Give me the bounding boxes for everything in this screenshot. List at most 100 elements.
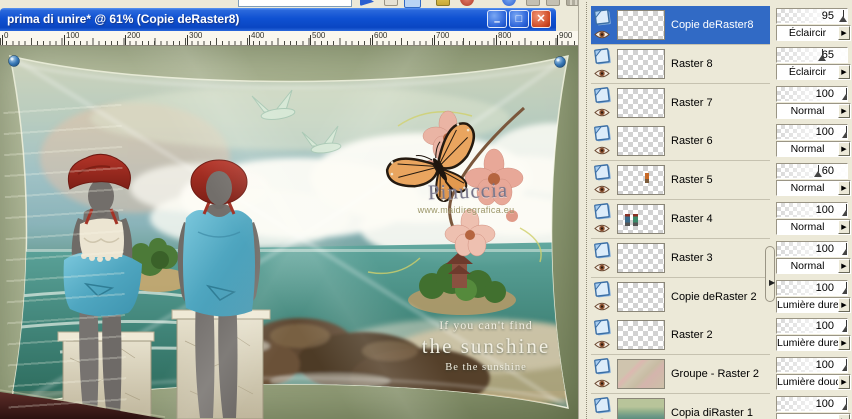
blend-mode-dropdown[interactable]: Éclaircir ▶	[776, 25, 851, 41]
layer-row[interactable]: Raster 6	[591, 122, 770, 161]
layer-thumbnail[interactable]	[617, 126, 665, 156]
opacity-slider-handle[interactable]	[842, 243, 847, 256]
opacity-slider[interactable]: 65	[776, 47, 848, 63]
layer-thumbnail[interactable]	[617, 398, 665, 419]
opacity-slider[interactable]: 60	[776, 163, 848, 179]
close-script-icon[interactable]	[546, 0, 560, 6]
splitter-arrow-icon[interactable]: ▶	[769, 278, 775, 287]
dropdown-arrow-icon[interactable]: ▶	[838, 26, 850, 40]
dropdown-arrow-icon[interactable]: ▶	[838, 142, 850, 156]
opacity-slider-handle[interactable]	[817, 49, 827, 62]
layer-row[interactable]: Copie deRaster8	[591, 6, 770, 45]
opacity-slider[interactable]: 100	[776, 241, 848, 257]
blend-mode-dropdown[interactable]: Lumière dure ▶	[776, 335, 851, 351]
layer-thumbnail[interactable]	[617, 165, 665, 195]
visibility-eye-icon[interactable]	[594, 107, 610, 118]
blend-mode-dropdown[interactable]: Normal ▶	[776, 141, 851, 157]
blend-mode-dropdown[interactable]: Normal ▶	[776, 258, 851, 274]
opacity-slider[interactable]: 100	[776, 280, 848, 296]
layer-thumbnail[interactable]	[617, 320, 665, 350]
opacity-slider[interactable]: 100	[776, 318, 848, 334]
layer-row[interactable]: Copia diRaster 1	[591, 394, 770, 419]
close-button[interactable]: ✕	[531, 10, 551, 28]
layer-thumbnail[interactable]	[617, 49, 665, 79]
opacity-slider-handle[interactable]	[842, 282, 847, 295]
dropdown-arrow-icon[interactable]: ▶	[838, 414, 850, 419]
opacity-slider-handle[interactable]	[814, 165, 823, 178]
layer-page-icon	[593, 124, 612, 143]
layer-row[interactable]: Raster 2	[591, 316, 770, 355]
visibility-eye-icon[interactable]	[594, 68, 610, 79]
opacity-slider[interactable]: 100	[776, 202, 848, 218]
record-icon[interactable]	[460, 0, 474, 6]
blend-mode-dropdown[interactable]: ▶	[776, 413, 851, 419]
opacity-slider-handle[interactable]	[842, 359, 847, 372]
dropdown-arrow-icon[interactable]: ▶	[838, 336, 850, 350]
opacity-slider[interactable]: 100	[776, 357, 848, 373]
opacity-slider-handle[interactable]	[842, 88, 847, 101]
blend-mode-dropdown[interactable]: Éclaircir ▶	[776, 64, 851, 80]
blend-mode-dropdown[interactable]: Normal ▶	[776, 219, 851, 235]
opacity-slider-handle[interactable]	[842, 126, 847, 139]
blend-mode-value: Éclaircir	[788, 27, 827, 39]
layer-row[interactable]: Raster 5	[591, 161, 770, 200]
layer-row[interactable]: Raster 8	[591, 45, 770, 84]
blend-mode-value: Lumière douce	[777, 376, 838, 388]
refresh-icon[interactable]	[502, 0, 516, 6]
document-titlebar[interactable]: prima di unire* @ 61% (Copie deRaster8) …	[0, 8, 556, 31]
dropdown-arrow-icon[interactable]: ▶	[838, 298, 850, 312]
visibility-eye-icon[interactable]	[594, 262, 610, 273]
visibility-eye-icon[interactable]	[594, 184, 610, 195]
layer-name: Raster 5	[671, 174, 713, 186]
blend-mode-dropdown[interactable]: Lumière dure ▶	[776, 297, 851, 313]
dropdown-arrow-icon[interactable]: ▶	[838, 220, 850, 234]
blend-mode-dropdown[interactable]: Normal ▶	[776, 180, 851, 196]
opacity-slider[interactable]: 100	[776, 124, 848, 140]
layer-row[interactable]: Groupe - Raster 2	[591, 355, 770, 394]
dropdown-arrow-icon[interactable]: ▶	[838, 259, 850, 273]
layers-palette-toggle-icon[interactable]	[404, 0, 421, 8]
dropdown-arrow-icon[interactable]: ▶	[838, 104, 850, 118]
blend-mode-value: Normal	[790, 143, 825, 155]
opacity-slider[interactable]: 95	[776, 8, 848, 24]
layer-thumbnail[interactable]	[617, 282, 665, 312]
minimize-button[interactable]: –	[487, 10, 507, 28]
layer-thumbnail[interactable]	[617, 359, 665, 389]
visibility-eye-icon[interactable]	[594, 301, 610, 312]
layer-row[interactable]: Copie deRaster 2	[591, 278, 770, 317]
blend-mode-value: Normal	[790, 105, 825, 117]
ruler-tick-label: 700	[436, 31, 450, 40]
layer-thumbnail[interactable]	[617, 88, 665, 118]
layer-thumbnail[interactable]	[617, 243, 665, 273]
image-canvas[interactable]: Pinuccia www.maidiregrafica.eu If you ca…	[0, 46, 578, 419]
dropdown-arrow-icon[interactable]: ▶	[838, 65, 850, 79]
visibility-eye-icon[interactable]	[594, 29, 610, 40]
maximize-button[interactable]: □	[509, 10, 529, 28]
layer-row[interactable]: Raster 7	[591, 84, 770, 123]
blend-mode-dropdown[interactable]: Lumière douce ▶	[776, 374, 851, 390]
layer-thumbnail[interactable]	[617, 204, 665, 234]
opacity-slider[interactable]: 100	[776, 86, 848, 102]
visibility-eye-icon[interactable]	[594, 145, 610, 156]
folder-icon[interactable]	[436, 0, 450, 6]
visibility-eye-icon[interactable]	[594, 378, 610, 389]
blend-mode-dropdown[interactable]: Normal ▶	[776, 103, 851, 119]
dropdown-arrow-icon[interactable]: ▶	[838, 375, 850, 389]
opacity-slider-handle[interactable]	[842, 204, 847, 217]
palette-splitter-handle[interactable]	[765, 246, 775, 302]
opacity-slider-handle[interactable]	[842, 398, 847, 411]
palette-drag-gutter[interactable]	[586, 2, 590, 419]
toolbar-preset-input[interactable]	[238, 0, 352, 7]
opacity-slider[interactable]: 100	[776, 396, 848, 412]
flag-icon[interactable]	[360, 0, 374, 6]
layer-thumbnail[interactable]	[617, 10, 665, 40]
pause-icon[interactable]	[526, 0, 540, 6]
opacity-slider-handle[interactable]	[838, 10, 848, 23]
layer-row[interactable]: Raster 3	[591, 239, 770, 278]
visibility-eye-icon[interactable]	[594, 339, 610, 350]
dropdown-arrow-icon[interactable]: ▶	[838, 181, 850, 195]
opacity-slider-handle[interactable]	[842, 320, 847, 333]
visibility-eye-icon[interactable]	[594, 223, 610, 234]
note-icon[interactable]	[384, 0, 398, 6]
layer-row[interactable]: Raster 4	[591, 200, 770, 239]
